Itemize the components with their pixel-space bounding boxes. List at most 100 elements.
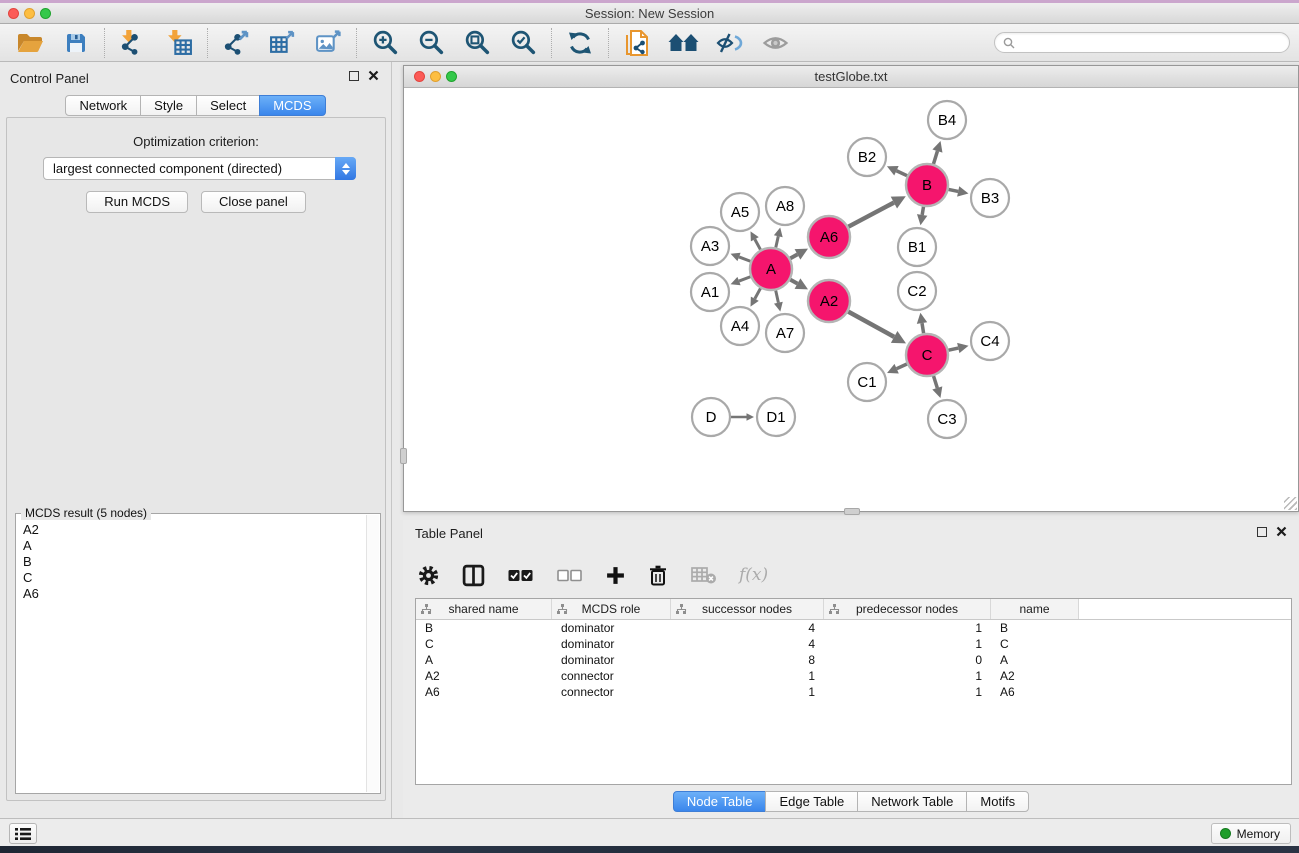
zoom-out-button[interactable]: [413, 27, 449, 59]
function-builder-button[interactable]: f(x): [739, 565, 768, 585]
task-history-button[interactable]: [9, 823, 37, 844]
edge-A6-B[interactable]: [848, 203, 893, 227]
save-session-button[interactable]: [58, 27, 94, 59]
column-header-MCDS-role[interactable]: MCDS role: [552, 599, 671, 619]
edge-C-C4[interactable]: [948, 348, 958, 350]
memory-button[interactable]: Memory: [1211, 823, 1291, 844]
tab-style[interactable]: Style: [140, 95, 197, 116]
run-mcds-button[interactable]: Run MCDS: [86, 191, 188, 213]
export-network-button[interactable]: [218, 27, 254, 59]
table-row[interactable]: Bdominator41B: [416, 620, 1291, 636]
edge-A-A7[interactable]: [776, 290, 779, 302]
column-scope-icon: [421, 604, 432, 615]
network-window-controls: [414, 71, 457, 82]
mcds-result-item[interactable]: C: [23, 570, 366, 586]
open-session-button[interactable]: [12, 27, 48, 59]
edge-C-C1[interactable]: [897, 364, 907, 369]
minimize-network-window-button[interactable]: [430, 71, 441, 82]
graph-node-label: D: [706, 409, 717, 426]
column-header-shared-name[interactable]: shared name: [416, 599, 552, 619]
show-hide-panel-button[interactable]: [711, 27, 747, 59]
mcds-result-item[interactable]: B: [23, 554, 366, 570]
zoom-network-window-button[interactable]: [446, 71, 457, 82]
settings-gear-button[interactable]: [417, 564, 440, 587]
table-row[interactable]: A6connector11A6: [416, 684, 1291, 700]
edge-B-B4[interactable]: [933, 151, 937, 164]
mcds-result-item[interactable]: A: [23, 538, 366, 554]
network-canvas[interactable]: AA1A2A3A4A5A6A7A8BB1B2B3B4CC1C2C3C4DD1: [404, 88, 1298, 512]
delete-table-button[interactable]: [690, 565, 717, 585]
edge-A-A1[interactable]: [739, 277, 750, 281]
zoom-selected-button[interactable]: [505, 27, 541, 59]
column-header-predecessor-nodes[interactable]: predecessor nodes: [824, 599, 991, 619]
search-field[interactable]: [994, 32, 1290, 53]
resize-grip-icon[interactable]: [1284, 497, 1297, 510]
table-cell: dominator: [552, 620, 671, 636]
edge-A2-C[interactable]: [848, 312, 894, 337]
close-panel-icon[interactable]: [1276, 526, 1287, 537]
close-panel-button[interactable]: Close panel: [201, 191, 306, 213]
zoom-fit-button[interactable]: [459, 27, 495, 59]
edge-A-A4[interactable]: [755, 288, 761, 298]
preview-eye-button[interactable]: [757, 27, 793, 59]
delete-column-button[interactable]: [648, 564, 668, 587]
control-panel-tabs: NetworkStyleSelectMCDS: [0, 95, 391, 116]
edge-A-A8[interactable]: [776, 236, 779, 247]
tab-network[interactable]: Network: [65, 95, 141, 116]
edge-A-A5[interactable]: [755, 239, 761, 249]
column-header-name[interactable]: name: [991, 599, 1079, 619]
table-panel-tabs: Node TableEdge TableNetwork TableMotifs: [403, 791, 1299, 812]
tab-network-table[interactable]: Network Table: [857, 791, 967, 812]
graph-node-label: A4: [731, 318, 749, 335]
edge-A-A6[interactable]: [790, 254, 797, 258]
search-input[interactable]: [1020, 36, 1281, 50]
float-panel-icon[interactable]: [349, 71, 359, 81]
mcds-result-item[interactable]: A2: [23, 522, 366, 538]
tab-motifs[interactable]: Motifs: [966, 791, 1029, 812]
result-list-scrollbar[interactable]: [366, 515, 379, 792]
mcds-result-item[interactable]: A6: [23, 586, 366, 602]
first-neighbors-button[interactable]: [665, 27, 701, 59]
deselect-all-button[interactable]: [556, 566, 583, 584]
edge-A-A3[interactable]: [739, 257, 750, 261]
tab-edge-table[interactable]: Edge Table: [765, 791, 858, 812]
export-table-button[interactable]: [264, 27, 300, 59]
tab-mcds[interactable]: MCDS: [259, 95, 325, 116]
divider-handle[interactable]: [400, 448, 407, 464]
divider-handle[interactable]: [844, 508, 860, 515]
table-row[interactable]: Cdominator41C: [416, 636, 1291, 652]
edge-C-C3[interactable]: [934, 376, 938, 388]
add-column-button[interactable]: [605, 565, 626, 586]
import-table-button[interactable]: [161, 27, 197, 59]
float-panel-icon[interactable]: [1257, 527, 1267, 537]
minimize-window-button[interactable]: [24, 8, 35, 19]
table-panel: Table Panel f(x) shared nameMCDS rolesuc…: [403, 520, 1299, 818]
edge-B-B1[interactable]: [922, 207, 923, 215]
table-row[interactable]: Adominator80A: [416, 652, 1291, 668]
column-header-successor-nodes[interactable]: successor nodes: [671, 599, 824, 619]
refresh-view-button[interactable]: [562, 27, 598, 59]
mcds-result-list[interactable]: A2ABCA6: [17, 515, 366, 792]
edge-B-B2[interactable]: [896, 171, 907, 176]
edge-C-C2[interactable]: [922, 323, 924, 333]
export-image-button[interactable]: [310, 27, 346, 59]
tab-select[interactable]: Select: [196, 95, 260, 116]
clone-network-button[interactable]: [619, 27, 655, 59]
import-network-button[interactable]: [115, 27, 151, 59]
edge-B-B3[interactable]: [949, 189, 959, 191]
graph-node-label: B: [922, 177, 932, 194]
tab-node-table[interactable]: Node Table: [673, 791, 767, 812]
zoom-window-button[interactable]: [40, 8, 51, 19]
close-network-window-button[interactable]: [414, 71, 425, 82]
optimization-criterion-dropdown[interactable]: largest connected component (directed): [43, 157, 356, 180]
toolbar-separator: [104, 28, 105, 58]
select-all-button[interactable]: [507, 566, 534, 584]
network-window-titlebar[interactable]: testGlobe.txt: [404, 66, 1298, 88]
close-panel-icon[interactable]: [368, 70, 379, 81]
close-window-button[interactable]: [8, 8, 19, 19]
edge-A-A2[interactable]: [790, 280, 797, 284]
control-panel-title: Control Panel: [10, 71, 89, 86]
zoom-in-button[interactable]: [367, 27, 403, 59]
toggle-columns-button[interactable]: [462, 564, 485, 587]
table-row[interactable]: A2connector11A2: [416, 668, 1291, 684]
